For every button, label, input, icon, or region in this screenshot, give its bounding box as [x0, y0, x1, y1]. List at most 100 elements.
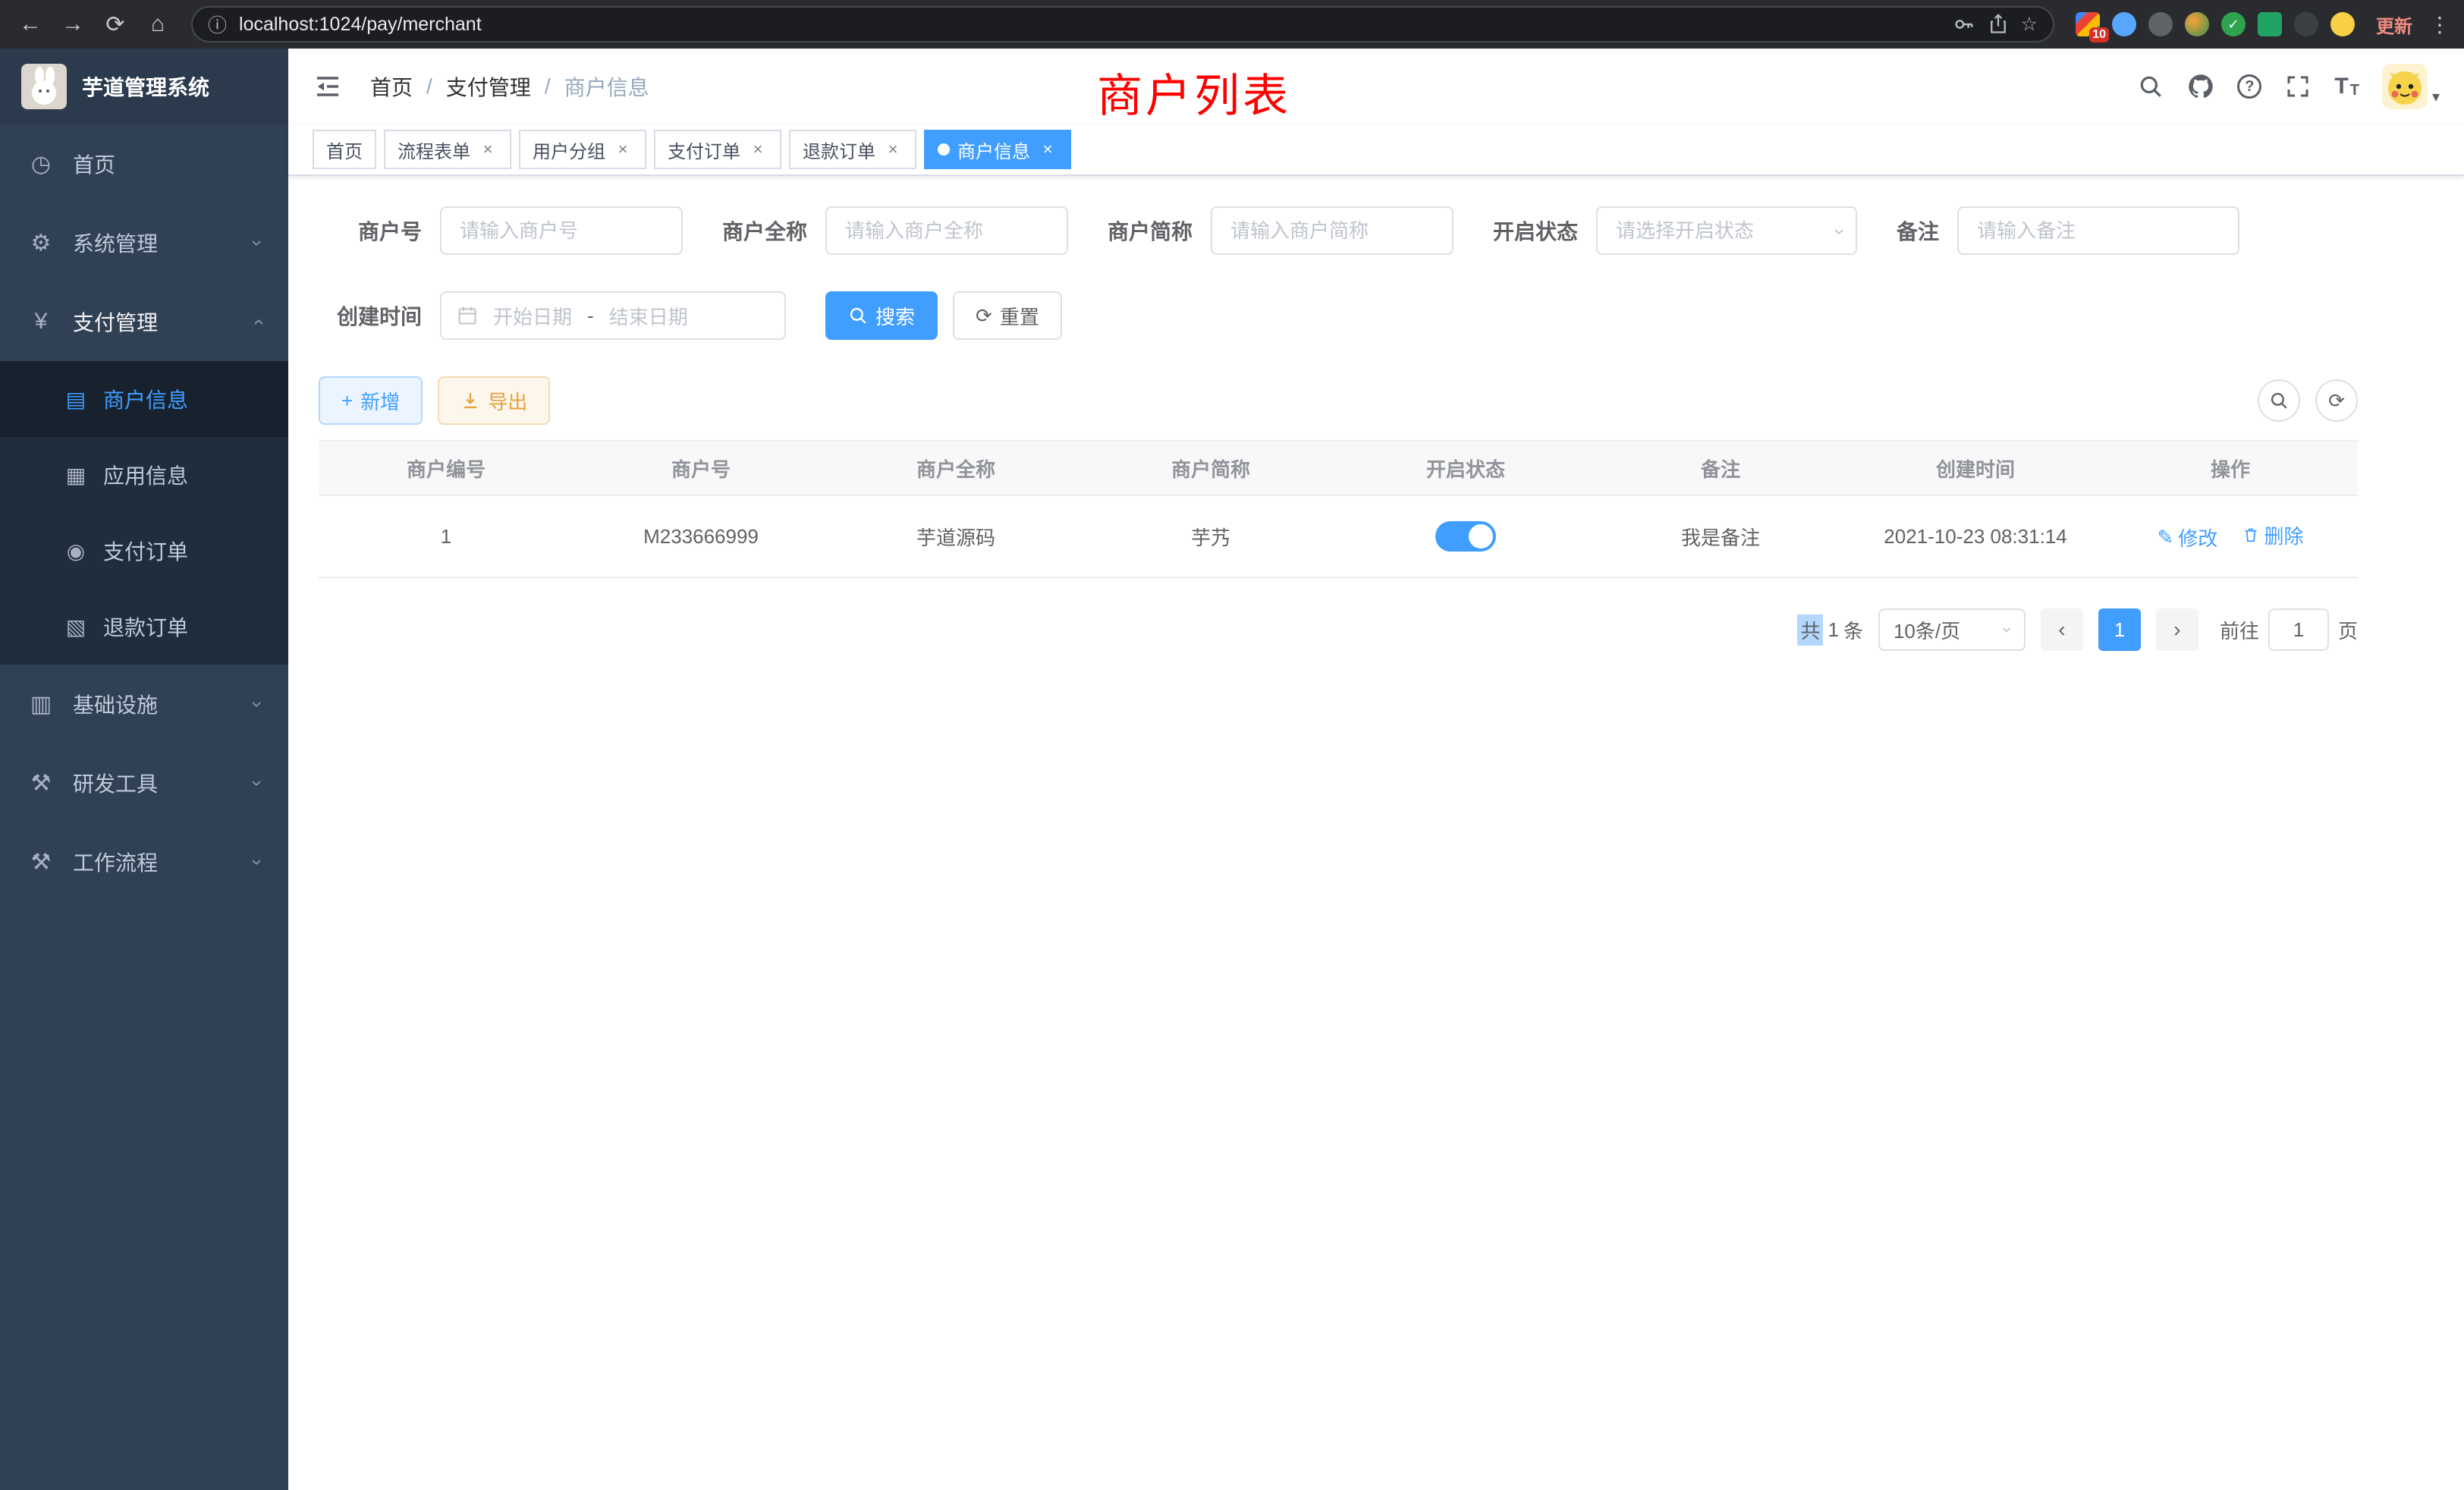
close-icon[interactable]: × [1038, 140, 1058, 159]
date-range-picker[interactable]: 开始日期 - 结束日期 [440, 291, 786, 340]
pagination-goto: 前往 页 [2220, 608, 2358, 651]
prev-page-button[interactable]: ‹ [2041, 608, 2083, 651]
extension-icon-6[interactable] [2258, 12, 2282, 36]
sidebar-item-label: 首页 [73, 149, 115, 179]
button-label: 搜索 [875, 302, 915, 330]
column-header: 商户号 [574, 441, 828, 495]
export-button[interactable]: 导出 [438, 376, 550, 425]
extension-icon-1[interactable]: 10 [2076, 12, 2100, 36]
grid-icon: ▦ [64, 463, 88, 488]
search-button[interactable]: 搜索 [825, 291, 938, 340]
status-select-input[interactable] [1596, 206, 1857, 255]
forward-button[interactable]: → [55, 6, 91, 42]
add-button[interactable]: + 新增 [319, 376, 423, 425]
url-text[interactable]: localhost:1024/pay/merchant [239, 14, 1941, 36]
sidebar-item-pay-order[interactable]: ◉ 支付订单 [0, 513, 288, 589]
reload-button[interactable]: ⟳ [97, 6, 134, 42]
tab-home[interactable]: 首页 [313, 130, 376, 169]
site-info-icon[interactable]: ⓘ [208, 11, 227, 38]
search-icon[interactable] [2137, 73, 2164, 100]
full-name-input[interactable] [825, 206, 1068, 255]
github-icon[interactable] [2187, 73, 2214, 100]
page-1-button[interactable]: 1 [2098, 608, 2141, 651]
plus-icon: + [341, 389, 353, 413]
fullscreen-icon[interactable] [2284, 73, 2312, 100]
user-avatar[interactable]: ▾ [2382, 64, 2440, 109]
toggle-search-button[interactable] [2258, 379, 2300, 422]
sidebar-item-workflow[interactable]: ⚒ 工作流程 › [0, 822, 288, 901]
extension-icon-4[interactable] [2185, 12, 2209, 36]
extension-icon-7[interactable] [2294, 12, 2318, 36]
refresh-table-button[interactable]: ⟳ [2315, 379, 2358, 422]
sidebar-item-label: 系统管理 [73, 228, 158, 258]
home-button[interactable]: ⌂ [140, 6, 176, 42]
reset-button[interactable]: ⟳ 重置 [953, 291, 1062, 340]
chevron-down-icon: › [246, 701, 269, 708]
filter-merchant-no: 商户号 [319, 206, 683, 255]
share-icon[interactable] [1988, 14, 2009, 35]
close-icon[interactable]: × [748, 140, 768, 159]
chevron-down-icon: › [246, 240, 269, 247]
browser-update-button[interactable]: 更新 [2376, 11, 2412, 38]
tab-merchant-info[interactable]: 商户信息 × [924, 130, 1071, 169]
bookmark-star-icon[interactable]: ☆ [2021, 13, 2038, 36]
edit-link[interactable]: ✎ 修改 [2157, 523, 2217, 552]
tab-pay-order[interactable]: 支付订单 × [654, 130, 781, 169]
sidebar: 芋道管理系统 ◷ 首页 ⚙ 系统管理 › ¥ 支付管理 › ▤ 商户信息 [0, 49, 288, 1490]
breadcrumb-payment[interactable]: 支付管理 [446, 71, 531, 102]
sidebar-logo[interactable]: 芋道管理系统 [0, 49, 288, 124]
sidebar-item-payment[interactable]: ¥ 支付管理 › [0, 282, 288, 361]
browser-menu-icon[interactable]: ⋮ [2428, 12, 2452, 37]
tab-refund-order[interactable]: 退款订单 × [789, 130, 916, 169]
breadcrumb-home[interactable]: 首页 [370, 71, 413, 102]
sidebar-item-app-info[interactable]: ▦ 应用信息 [0, 437, 288, 513]
filter-remark: 备注 [1897, 206, 2239, 255]
page-size-select[interactable]: 10条/页 › [1878, 608, 2026, 651]
field-label: 备注 [1897, 215, 1939, 246]
total-unit: 条 [1843, 616, 1863, 644]
remark-input[interactable] [1957, 206, 2239, 255]
close-icon[interactable]: × [883, 140, 903, 159]
extension-icon-5[interactable]: ✓ [2221, 12, 2246, 36]
sidebar-item-refund-order[interactable]: ▧ 退款订单 [0, 589, 288, 665]
sidebar-item-label: 支付管理 [73, 306, 158, 337]
filter-status: 开启状态 › [1493, 206, 1857, 255]
goto-page-input[interactable] [2268, 608, 2329, 651]
filter-full-name: 商户全称 [722, 206, 1068, 255]
short-name-input[interactable] [1211, 206, 1454, 255]
dashboard-icon: ◷ [27, 151, 55, 178]
sidebar-item-system[interactable]: ⚙ 系统管理 › [0, 203, 288, 282]
top-navbar: 首页 / 支付管理 / 商户信息 商户列表 ? TT ▾ [288, 49, 2464, 124]
back-button[interactable]: ← [12, 6, 49, 42]
font-size-icon[interactable]: TT [2334, 74, 2359, 99]
pencil-icon: ✎ [2157, 526, 2173, 549]
tab-label: 商户信息 [957, 137, 1030, 163]
status-select[interactable]: › [1596, 206, 1857, 255]
browser-toolbar: ← → ⟳ ⌂ ⓘ localhost:1024/pay/merchant ☆ … [0, 0, 2464, 49]
breadcrumb: 首页 / 支付管理 / 商户信息 [370, 71, 649, 102]
merchant-no-input[interactable] [440, 206, 683, 255]
close-icon[interactable]: × [478, 140, 498, 159]
browser-profile-avatar[interactable] [2330, 12, 2355, 36]
extension-icon-2[interactable] [2112, 12, 2136, 36]
next-page-button[interactable]: › [2156, 608, 2198, 651]
tab-label: 用户分组 [533, 137, 605, 163]
sidebar-item-infrastructure[interactable]: ▥ 基础设施 › [0, 665, 288, 743]
tab-user-group[interactable]: 用户分组 × [519, 130, 646, 169]
delete-link[interactable]: 删除 [2242, 521, 2304, 549]
sidebar-item-devtools[interactable]: ⚒ 研发工具 › [0, 743, 288, 822]
pagination-total: 共 1 条 [1797, 615, 1863, 646]
help-icon[interactable]: ? [2237, 74, 2261, 99]
password-key-icon[interactable] [1953, 13, 1975, 36]
sidebar-item-label: 基础设施 [73, 689, 158, 719]
sidebar-item-home[interactable]: ◷ 首页 [0, 124, 288, 203]
column-header: 开启状态 [1338, 441, 1593, 495]
close-icon[interactable]: × [613, 140, 633, 159]
sidebar-item-merchant-info[interactable]: ▤ 商户信息 [0, 361, 288, 437]
extension-icon-3[interactable] [2148, 12, 2173, 36]
sidebar-item-label: 退款订单 [103, 611, 188, 642]
tab-process-form[interactable]: 流程表单 × [384, 130, 511, 169]
sidebar-collapse-icon[interactable] [313, 70, 346, 103]
url-bar[interactable]: ⓘ localhost:1024/pay/merchant ☆ [191, 6, 2054, 42]
status-toggle[interactable] [1435, 521, 1496, 552]
